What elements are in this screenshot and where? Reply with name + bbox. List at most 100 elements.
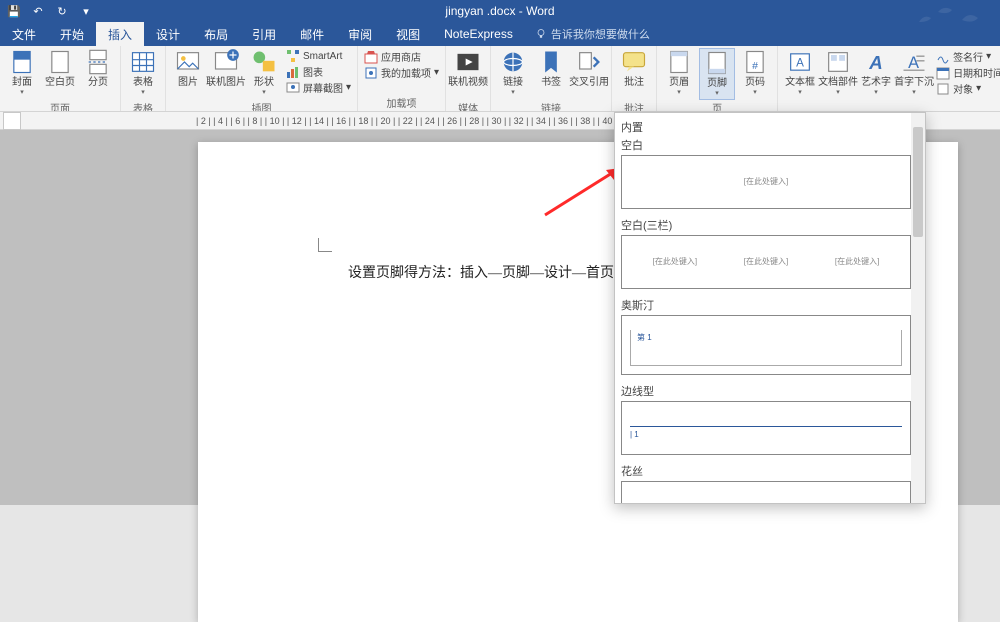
calendar-icon	[936, 66, 950, 80]
smartart-button[interactable]: SmartArt	[286, 49, 351, 63]
ruler-corner	[3, 112, 21, 130]
crossref-button[interactable]: 交叉引用	[571, 48, 607, 100]
wordart-button[interactable]: A艺术字	[858, 48, 894, 100]
group-addins: 应用商店 我的加载项 ▾ 加载项	[358, 46, 446, 111]
tell-me-placeholder: 告诉我你想要做什么	[551, 26, 650, 42]
placeholder-text: 第 1	[637, 332, 652, 343]
bookmark-button[interactable]: 书签	[533, 48, 569, 100]
placeholder-text: [在此处键入]	[744, 176, 788, 187]
ruler-ticks: | 2 | | 4 | | 6 | | 8 | | 10 | | 12 | | …	[196, 116, 684, 126]
screenshot-button[interactable]: 屏幕截图 ▾	[286, 80, 351, 95]
svg-text:A: A	[868, 52, 882, 73]
group-tables-label: 表格	[121, 100, 165, 112]
decorative-birds	[914, 2, 994, 41]
page-number-button[interactable]: #页码	[737, 48, 773, 100]
store-button[interactable]: 应用商店	[364, 49, 439, 64]
cover-page-button[interactable]: 封面	[4, 48, 40, 100]
quick-access-toolbar: 💾 ↶ ↻ ▾	[0, 3, 94, 19]
group-media-label: 媒体	[446, 100, 490, 112]
tab-view[interactable]: 视图	[384, 22, 432, 46]
comment-button[interactable]: 批注	[616, 48, 652, 100]
gallery-item-blank3col-title: 空白(三栏)	[621, 217, 911, 233]
svg-text:#: #	[752, 60, 758, 72]
group-comments: 批注 批注	[612, 46, 657, 111]
redo-icon[interactable]: ↻	[54, 3, 70, 19]
placeholder-text: [在此处键入]	[630, 256, 720, 267]
footer-gallery-dropdown[interactable]: 内置 空白 [在此处键入] 空白(三栏) [在此处键入] [在此处键入] [在此…	[614, 112, 926, 504]
page-break-button[interactable]: 分页	[80, 48, 116, 100]
dropcap-button[interactable]: A首字下沉	[896, 48, 932, 100]
save-icon[interactable]: 💾	[6, 3, 22, 19]
placeholder-text: [在此处键入]	[721, 256, 811, 267]
tab-mailings[interactable]: 邮件	[288, 22, 336, 46]
group-text: A文本框 文档部件 A艺术字 A首字下沉 签名行 ▾ 日期和时间 对象 ▾	[778, 46, 1000, 111]
group-headerfooter: 页眉 页脚 #页码 页	[657, 46, 778, 111]
table-button[interactable]: 表格	[125, 48, 161, 100]
tab-references[interactable]: 引用	[240, 22, 288, 46]
addins-icon	[364, 66, 378, 80]
object-icon	[936, 82, 950, 96]
blank-page-button[interactable]: 空白页	[42, 48, 78, 100]
tab-insert[interactable]: 插入	[96, 22, 144, 46]
group-illustrations-label: 插图	[166, 100, 357, 112]
group-media: 联机视频 媒体	[446, 46, 491, 111]
gallery-item-austin-title: 奥斯汀	[621, 297, 911, 313]
screenshot-icon	[286, 81, 300, 95]
link-button[interactable]: 链接	[495, 48, 531, 100]
placeholder-text: [在此处键入]	[812, 256, 902, 267]
group-pages-label: 页面	[0, 100, 120, 112]
gallery-item-border[interactable]: | 1	[621, 401, 911, 455]
gallery-item-blank-title: 空白	[621, 137, 911, 153]
group-links: 链接 书签 交叉引用 链接	[491, 46, 612, 111]
tab-design[interactable]: 设计	[144, 22, 192, 46]
textbox-button[interactable]: A文本框	[782, 48, 818, 100]
tab-review[interactable]: 审阅	[336, 22, 384, 46]
picture-button[interactable]: 图片	[170, 48, 206, 100]
tab-home[interactable]: 开始	[48, 22, 96, 46]
undo-icon[interactable]: ↶	[30, 3, 46, 19]
svg-text:A: A	[796, 57, 804, 70]
datetime-button[interactable]: 日期和时间	[936, 65, 1000, 80]
chart-icon	[286, 65, 300, 79]
ribbon: 封面 空白页 分页 页面 表格 表格 图片 联机图片 形状 SmartArt 图…	[0, 46, 1000, 112]
ribbon-tab-bar: 文件 开始 插入 设计 布局 引用 邮件 审阅 视图 NoteExpress 告…	[0, 22, 1000, 46]
store-icon	[364, 50, 378, 64]
gallery-item-blank[interactable]: [在此处键入]	[621, 155, 911, 209]
smartart-icon	[286, 49, 300, 63]
gallery-item-filigree[interactable]: ✦	[621, 481, 911, 504]
document-text[interactable]: 设置页脚得方法：插入—页脚—设计—首页不同	[348, 262, 642, 282]
shapes-button[interactable]: 形状	[246, 48, 282, 100]
gallery-item-austin[interactable]: 第 1	[621, 315, 911, 375]
gallery-item-blank3col[interactable]: [在此处键入] [在此处键入] [在此处键入]	[621, 235, 911, 289]
header-button[interactable]: 页眉	[661, 48, 697, 100]
chart-button[interactable]: 图表	[286, 64, 351, 79]
tell-me-search[interactable]: 告诉我你想要做什么	[535, 22, 650, 46]
object-button[interactable]: 对象 ▾	[936, 81, 1000, 96]
qat-customize-icon[interactable]: ▾	[78, 3, 94, 19]
group-illustrations: 图片 联机图片 形状 SmartArt 图表 屏幕截图 ▾ 插图	[166, 46, 358, 111]
online-pictures-button[interactable]: 联机图片	[208, 48, 244, 100]
group-pages: 封面 空白页 分页 页面	[0, 46, 121, 111]
cursor-notch	[318, 238, 332, 252]
group-addins-label: 加载项	[358, 95, 445, 111]
gallery-item-filigree-title: 花丝	[621, 463, 911, 479]
group-links-label: 链接	[491, 100, 611, 112]
tab-file[interactable]: 文件	[0, 22, 48, 46]
tab-noteexpress[interactable]: NoteExpress	[432, 22, 525, 46]
gallery-item-border-title: 边线型	[621, 383, 911, 399]
signature-line-button[interactable]: 签名行 ▾	[936, 49, 1000, 64]
my-addins-button[interactable]: 我的加载项 ▾	[364, 65, 439, 80]
online-video-button[interactable]: 联机视频	[450, 48, 486, 100]
group-text-label	[778, 110, 1000, 111]
group-tables: 表格 表格	[121, 46, 166, 111]
gallery-scrollbar[interactable]	[911, 113, 925, 503]
quickparts-button[interactable]: 文档部件	[820, 48, 856, 100]
group-headerfooter-label: 页	[657, 100, 777, 112]
lightbulb-icon	[535, 28, 547, 40]
footer-button[interactable]: 页脚	[699, 48, 735, 100]
titlebar: 💾 ↶ ↻ ▾ jingyan .docx - Word	[0, 0, 1000, 22]
signature-icon	[936, 50, 950, 64]
scrollbar-thumb[interactable]	[913, 127, 923, 237]
window-title: jingyan .docx - Word	[445, 4, 554, 18]
tab-layout[interactable]: 布局	[192, 22, 240, 46]
